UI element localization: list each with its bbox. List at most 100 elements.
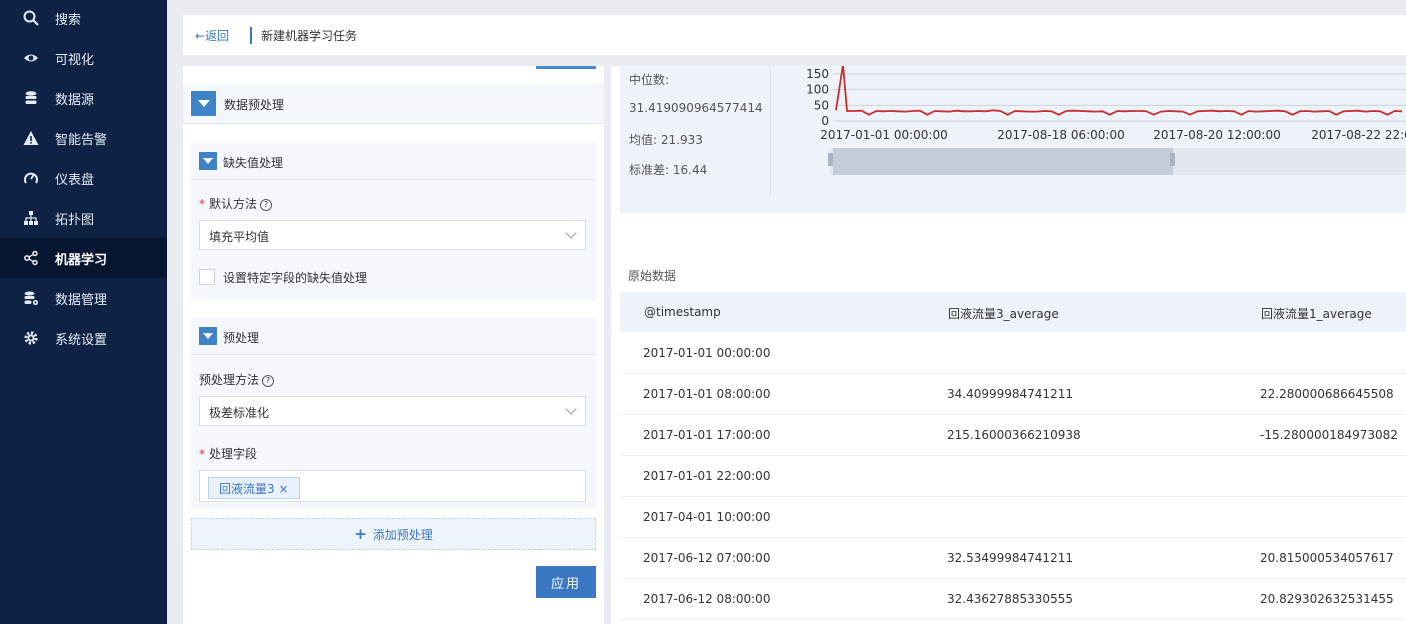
stats-area: 中位数: 31.419090964577414 均值: 21.933 标准差: … <box>620 66 1406 213</box>
x-tick-label: 2017-08-22 22:00:00 <box>1311 128 1406 142</box>
help-icon[interactable]: ? <box>260 199 273 211</box>
sidebar-item-alerts[interactable]: 智能告警 <box>0 118 167 158</box>
column-header[interactable]: 回液流量3_average <box>948 305 1059 322</box>
table-row: 2017-01-01 22:00:00 <box>620 455 1406 497</box>
caret-down-icon <box>197 100 210 107</box>
eye-icon <box>23 50 39 66</box>
data-preview-panel: 中位数: 31.419090964577414 均值: 21.933 标准差: … <box>611 66 1406 624</box>
sidebar-item-topology[interactable]: 拓扑图 <box>0 198 167 238</box>
table-cell: 2017-01-01 08:00:00 <box>643 387 771 401</box>
arrow-left-icon: ← <box>195 29 206 43</box>
table-row: 2017-04-01 10:00:00 <box>620 496 1406 538</box>
y-tick-label: 0 <box>821 114 829 128</box>
method-label: 预处理方法? <box>199 371 275 388</box>
subsection-title: 预处理 <box>223 331 260 345</box>
zoom-handle-right[interactable] <box>1170 153 1175 166</box>
topology-icon <box>23 210 39 226</box>
gear-icon <box>23 330 39 346</box>
header-bar: ←返回 新建机器学习任务 <box>183 15 1406 55</box>
close-icon[interactable]: × <box>278 482 288 496</box>
collapse-toggle[interactable] <box>199 152 217 170</box>
sidebar-item-label: 数据管理 <box>55 292 108 308</box>
scroll-indicator <box>536 66 596 69</box>
sidebar: 搜索 可视化 数据源 智能告警 仪表盘 拓扑图 机器学习 数据管理 系统设置 <box>0 0 167 624</box>
table-cell: -15.280000184973082 <box>1260 428 1398 442</box>
collapse-toggle[interactable] <box>191 91 216 116</box>
column-header[interactable]: @timestamp <box>644 305 721 319</box>
table-header: @timestamp 回液流量3_average 回液流量1_average <box>620 292 1406 332</box>
database-settings-icon <box>23 290 39 306</box>
table-cell: 2017-06-12 08:00:00 <box>643 592 771 606</box>
table-row: 2017-01-01 17:00:00 215.16000366210938 -… <box>620 414 1406 456</box>
add-preprocess-button[interactable]: + 添加预处理 <box>191 518 596 550</box>
sidebar-item-label: 拓扑图 <box>55 212 95 228</box>
y-tick-label: 100 <box>806 83 829 97</box>
back-button[interactable]: ←返回 <box>195 27 229 44</box>
missing-value-header[interactable]: 缺失值处理 <box>191 143 596 180</box>
sidebar-item-label: 可视化 <box>55 52 95 68</box>
required-mark: * <box>199 197 205 211</box>
x-tick-label: 2017-08-20 12:00:00 <box>1153 128 1280 142</box>
database-icon <box>23 90 39 106</box>
apply-button[interactable]: 应用 <box>536 566 596 598</box>
field-multiselect[interactable]: 回液流量3 × <box>199 470 586 502</box>
share-nodes-icon <box>23 250 39 266</box>
sidebar-item-settings[interactable]: 系统设置 <box>0 318 167 358</box>
section-title: 数据预处理 <box>224 98 285 112</box>
table-row: 2017-01-01 08:00:00 34.40999984741211 22… <box>620 373 1406 415</box>
mean-stat: 均值: 21.933 <box>629 133 703 147</box>
table-cell: 22.280000686645508 <box>1260 387 1394 401</box>
divider <box>770 66 771 198</box>
preprocess-header[interactable]: 预处理 <box>191 318 596 355</box>
table-cell: 2017-06-12 07:00:00 <box>643 551 771 565</box>
sidebar-item-label: 数据源 <box>55 92 95 108</box>
collapse-toggle[interactable] <box>199 327 217 345</box>
required-mark: * <box>199 447 205 461</box>
sidebar-item-label: 智能告警 <box>55 132 108 148</box>
gauge-icon <box>23 170 39 186</box>
line-chart: 150 10050 02017-01-01 00:00:00 2017-08-18 0… <box>806 66 1406 175</box>
page-title: 新建机器学习任务 <box>261 29 358 43</box>
specific-field-checkbox[interactable] <box>199 269 215 285</box>
section-header-preprocessing[interactable]: 数据预处理 <box>183 83 604 124</box>
column-header[interactable]: 回液流量1_average <box>1261 305 1372 322</box>
sidebar-item-machine-learning[interactable]: 机器学习 <box>0 238 167 278</box>
x-tick-label: 2017-01-01 00:00:00 <box>820 128 947 142</box>
table-cell: 2017-01-01 17:00:00 <box>643 428 771 442</box>
zoom-window[interactable] <box>833 148 1173 175</box>
table-row: 2017-01-01 00:00:00 <box>620 332 1406 374</box>
preprocess-method-select[interactable]: 极差标准化 <box>199 396 586 426</box>
sidebar-item-dashboard[interactable]: 仪表盘 <box>0 158 167 198</box>
median-label: 中位数: <box>629 73 670 87</box>
field-label: * 处理字段 <box>199 447 258 461</box>
sidebar-item-label: 机器学习 <box>55 252 108 268</box>
field-tag: 回液流量3 × <box>208 477 300 499</box>
series-line <box>835 66 1403 116</box>
zoom-handle-left[interactable] <box>828 153 833 166</box>
default-method-select[interactable]: 填充平均值 <box>199 220 586 250</box>
sidebar-item-datasource[interactable]: 数据源 <box>0 78 167 118</box>
table-cell: 32.43627885330555 <box>947 592 1073 606</box>
x-tick-label: 2017-08-18 06:00:00 <box>997 128 1124 142</box>
table-cell: 2017-01-01 00:00:00 <box>643 346 771 360</box>
caret-down-icon <box>203 333 213 339</box>
sidebar-item-label: 仪表盘 <box>55 172 95 188</box>
default-method-label: * 默认方法? <box>199 195 273 212</box>
sidebar-item-search[interactable]: 搜索 <box>0 0 167 38</box>
sidebar-item-label: 搜索 <box>55 12 82 28</box>
table-row: 2017-06-12 08:00:00 32.43627885330555 20… <box>620 578 1406 620</box>
chevron-down-icon <box>565 403 577 415</box>
table-cell: 34.40999984741211 <box>947 387 1073 401</box>
checkbox-label: 设置特定字段的缺失值处理 <box>223 271 368 285</box>
sidebar-item-visualize[interactable]: 可视化 <box>0 38 167 78</box>
table-cell: 20.815000534057617 <box>1260 551 1394 565</box>
sidebar-item-data-management[interactable]: 数据管理 <box>0 278 167 318</box>
chevron-down-icon <box>565 227 577 239</box>
table-cell: 2017-04-01 10:00:00 <box>643 510 771 524</box>
help-icon[interactable]: ? <box>262 375 275 387</box>
missing-value-box: 缺失值处理 * 默认方法? 填充平均值 设置特定字段的缺失值处理 <box>191 143 596 301</box>
caret-down-icon <box>203 158 213 164</box>
subsection-title: 缺失值处理 <box>223 156 284 170</box>
sidebar-item-label: 系统设置 <box>55 332 108 348</box>
table-cell: 32.53499984741211 <box>947 551 1073 565</box>
